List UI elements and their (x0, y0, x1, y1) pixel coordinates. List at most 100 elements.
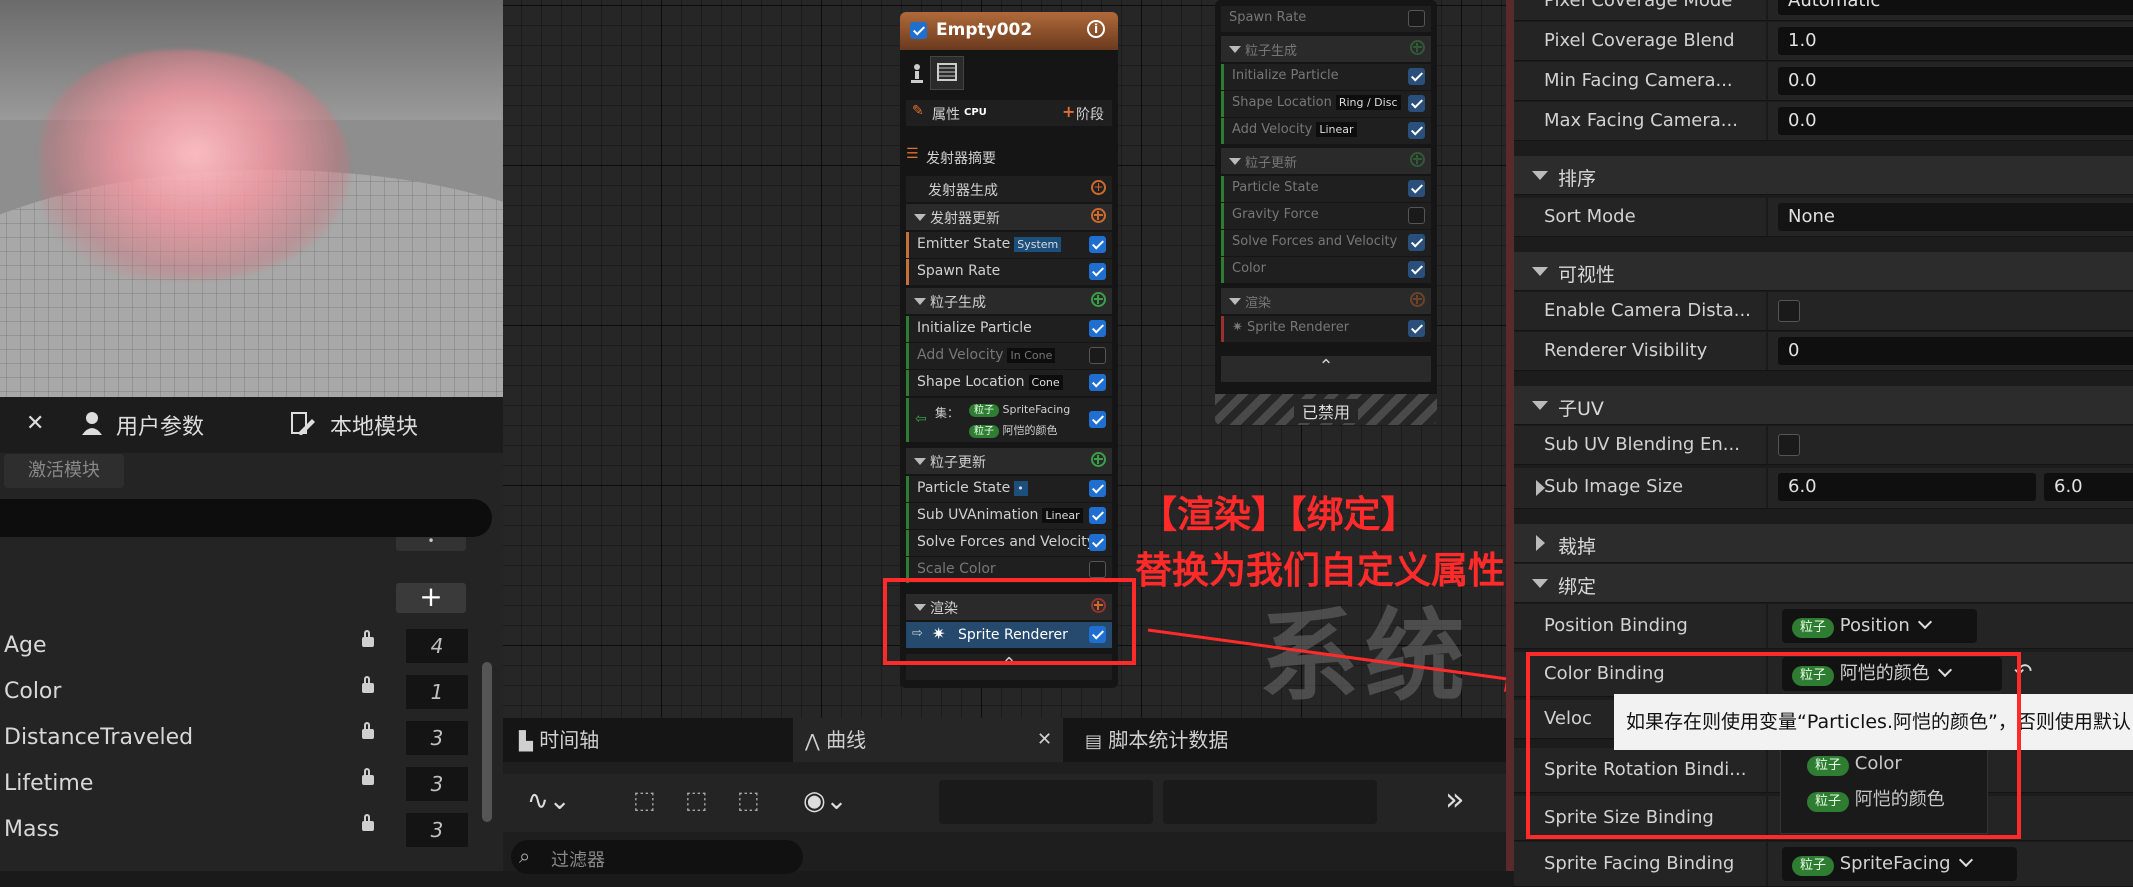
prop-enable-camera-distance[interactable]: Enable Camera Dista... (1514, 292, 2133, 331)
module-checkbox[interactable] (1089, 263, 1106, 280)
module-solve-forces[interactable]: Solve Forces and Velocity (1221, 230, 1431, 256)
add-renderer-icon[interactable] (1410, 292, 1425, 307)
module-checkbox[interactable] (1408, 234, 1425, 251)
tab-timeline[interactable]: ▙ 时间轴 (519, 718, 599, 762)
filter-input[interactable]: ⌕ 过滤器 (511, 840, 803, 874)
properties-row[interactable]: ✎ 属性 CPU + 阶段 (906, 100, 1112, 126)
module-add-velocity[interactable]: Add Velocity In Cone (906, 343, 1112, 369)
attribute-row[interactable]: Color 1 (0, 673, 480, 711)
binding-dropdown[interactable]: 粒子 SpriteFacing (1782, 847, 2017, 881)
tab-user-params[interactable]: 用户参数 (116, 409, 204, 441)
module-particle-state[interactable]: Particle State (1221, 176, 1431, 202)
add-stage-icon[interactable]: + (1062, 102, 1075, 121)
prop-input[interactable]: 0.0 (1778, 107, 2133, 135)
module-checkbox[interactable] (1089, 320, 1106, 337)
module-add-velocity[interactable]: Add Velocity Linear (1221, 118, 1431, 144)
attribute-value[interactable]: 4 (406, 629, 468, 663)
tab-curves[interactable]: ⋀ 曲线 ✕ (793, 718, 1063, 762)
collapse-node-button[interactable]: ⌃ (1221, 356, 1431, 382)
prop-sprite-facing-binding[interactable]: Sprite Facing Binding 粒子 SpriteFacing (1514, 842, 2133, 887)
emitter-enabled-checkbox[interactable] (910, 22, 927, 39)
value-field[interactable] (939, 780, 1153, 824)
attribute-row[interactable]: Age 4 (0, 627, 480, 665)
module-checkbox[interactable] (1408, 320, 1425, 337)
add-module-icon[interactable] (1091, 208, 1106, 223)
prop-checkbox[interactable] (1778, 300, 1800, 322)
prop-dropdown[interactable]: Automatic (1778, 0, 2133, 15)
section-render[interactable]: 渲染 (1221, 288, 1431, 314)
disabled-emitter-node[interactable]: Spawn Rate 粒子生成 Initialize Particle Shap… (1215, 0, 1437, 425)
prop-renderer-visibility[interactable]: Renderer Visibility 0 (1514, 332, 2133, 371)
prop-subuv-blending[interactable]: Sub UV Blending En... (1514, 426, 2133, 465)
add-attribute-button[interactable]: + (396, 583, 466, 613)
module-checkbox[interactable] (1089, 561, 1106, 578)
frame-icon[interactable]: ⬚ (737, 786, 760, 814)
add-module-icon[interactable]: + (1091, 180, 1106, 195)
scrollbar[interactable] (482, 662, 492, 822)
module-checkbox[interactable] (1089, 236, 1106, 253)
module-checkbox[interactable] (1408, 207, 1425, 224)
info-icon[interactable]: i (1087, 20, 1105, 38)
module-solve-forces[interactable]: Solve Forces and Velocity (906, 530, 1112, 556)
prop-input-y[interactable]: 6.0 (2044, 473, 2133, 501)
category-visibility[interactable]: 可视性 (1514, 252, 2133, 291)
category-cull[interactable]: 裁掉 (1514, 524, 2133, 563)
prop-position-binding[interactable]: Position Binding 粒子 Position (1514, 604, 2133, 649)
preview-viewport[interactable] (0, 0, 503, 397)
binding-dropdown[interactable]: 粒子 Position (1782, 609, 1977, 643)
category-bindings[interactable]: 绑定 (1514, 564, 2133, 603)
module-color[interactable]: Color (1221, 257, 1431, 283)
attribute-value[interactable]: 1 (406, 675, 468, 709)
module-spawn-rate[interactable]: Spawn Rate (1221, 6, 1431, 32)
tab-local-modules[interactable]: 本地模块 (330, 409, 418, 441)
prop-sub-image-size[interactable]: Sub Image Size 6.0 6.0 (1514, 468, 2133, 509)
active-modules-button[interactable]: 激活模块 (4, 454, 124, 488)
add-module-icon[interactable] (1410, 152, 1425, 167)
module-checkbox[interactable] (1089, 411, 1106, 428)
module-set-parameters[interactable]: ⇦ 集： 粒子 SpriteFacing 粒子 阿恺的颜色 (906, 398, 1112, 442)
section-particle-spawn[interactable]: 粒子生成 (906, 288, 1112, 314)
add-module-icon[interactable] (1410, 40, 1425, 55)
section-particle-update[interactable]: 粒子更新 (906, 448, 1112, 474)
module-checkbox[interactable] (1408, 261, 1425, 278)
emitter-header[interactable]: Empty002 i (900, 12, 1118, 50)
module-particle-state[interactable]: Particle State • (906, 476, 1112, 502)
module-checkbox[interactable] (1089, 507, 1106, 524)
attribute-value[interactable]: 3 (406, 813, 468, 847)
prop-sort-mode[interactable]: Sort Mode None (1514, 198, 2133, 237)
module-sub-uv[interactable]: Sub UVAnimation Linear (906, 503, 1112, 529)
prop-dropdown[interactable]: None (1778, 203, 2133, 231)
module-init-particle[interactable]: Initialize Particle (1221, 64, 1431, 90)
section-particle-update[interactable]: 粒子更新 (1221, 148, 1431, 174)
category-subuv[interactable]: 子UV (1514, 386, 2133, 425)
prop-input[interactable]: 0 (1778, 337, 2133, 365)
module-checkbox[interactable] (1089, 347, 1106, 364)
add-module-icon[interactable] (1091, 292, 1106, 307)
attribute-row[interactable]: Lifetime 3 (0, 765, 480, 803)
prop-pixel-coverage-blend[interactable]: Pixel Coverage Blend 1.0 (1514, 22, 2133, 61)
attribute-value[interactable]: 3 (406, 721, 468, 755)
module-checkbox[interactable] (1408, 68, 1425, 85)
module-sprite-renderer[interactable]: ✷ Sprite Renderer (1221, 316, 1431, 342)
module-shape-location[interactable]: Shape Location Ring / Disc (1221, 91, 1431, 117)
key-icon[interactable]: ⬚ (685, 786, 708, 814)
module-checkbox[interactable] (1089, 374, 1106, 391)
add-module-icon[interactable] (1091, 452, 1106, 467)
select-icon[interactable]: ⬚ (633, 786, 656, 814)
module-checkbox[interactable] (1408, 95, 1425, 112)
attribute-row[interactable]: DistanceTraveled 3 (0, 719, 480, 757)
module-checkbox[interactable] (1089, 534, 1106, 551)
close-tab-icon[interactable]: ✕ (26, 411, 44, 436)
prop-input[interactable]: 1.0 (1778, 27, 2133, 55)
module-checkbox[interactable] (1408, 180, 1425, 197)
module-checkbox[interactable] (1089, 480, 1106, 497)
prop-max-facing[interactable]: Max Facing Camera... 0.0 (1514, 102, 2133, 141)
module-checkbox[interactable] (1408, 122, 1425, 139)
module-spawn-rate[interactable]: Spawn Rate (906, 259, 1112, 285)
category-sort[interactable]: 排序 (1514, 156, 2133, 195)
curve-mode-icon[interactable]: ∿⌄ (527, 786, 571, 816)
attribute-value[interactable]: 3 (406, 767, 468, 801)
module-init-particle[interactable]: Initialize Particle (906, 316, 1112, 342)
visibility-icon[interactable]: ◉⌄ (803, 786, 847, 816)
module-gravity[interactable]: Gravity Force (1221, 203, 1431, 229)
